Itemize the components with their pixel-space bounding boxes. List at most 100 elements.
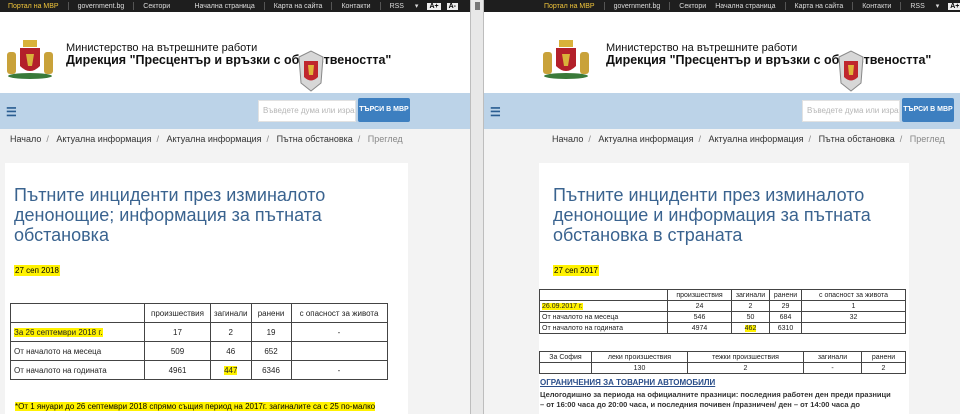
- row-label: От началото на месеца: [10, 341, 145, 361]
- font-increase-button[interactable]: A+: [427, 2, 441, 10]
- breadcrumb-home[interactable]: Начало: [552, 134, 583, 144]
- table-cell: 32: [801, 311, 906, 323]
- table-header-row: За София леки произшествия тежки произше…: [539, 351, 906, 363]
- restrictions-text: Целогодишно за периода на официалните пр…: [540, 390, 891, 410]
- breadcrumb: Начало / Актуална информация / Актуална ин…: [10, 134, 403, 144]
- contacts-link[interactable]: Контакти: [862, 3, 891, 10]
- table-row: От началото на месеца 509 46 652: [10, 341, 388, 361]
- row-label: От началото на годината: [539, 322, 668, 334]
- table-cell: [801, 322, 906, 334]
- table-cell: 2: [687, 362, 804, 374]
- contacts-link[interactable]: Контакти: [341, 3, 370, 10]
- separator: [379, 2, 381, 10]
- government-link[interactable]: government.bg: [614, 3, 661, 10]
- window-split-divider[interactable]: [470, 0, 484, 414]
- main-navbar: ☰ Въведете дума или израз ТЪРСИ В МВР: [484, 93, 960, 129]
- table-row: От началото на годината 4974 462 6310: [539, 322, 906, 334]
- breadcrumb-home[interactable]: Начало: [10, 134, 41, 144]
- table-header: загинали: [210, 303, 252, 323]
- right-window: Портал на МВР government.bg Сектори Нача…: [484, 0, 960, 414]
- breadcrumb-current-info-2[interactable]: Актуална информация: [166, 134, 261, 144]
- coat-of-arms-logo[interactable]: [540, 36, 592, 80]
- site-header: Министерство на вътрешните работи Дирекц…: [484, 12, 960, 93]
- breadcrumb-current-info-2[interactable]: Актуална информация: [708, 134, 803, 144]
- table-cell: 50: [731, 311, 770, 323]
- incidents-table: произшествия загинали ранени с опасност …: [539, 289, 906, 334]
- breadcrumb-current-info[interactable]: Актуална информация: [598, 134, 693, 144]
- hamburger-menu-icon[interactable]: ☰: [6, 105, 17, 119]
- table-header-row: произшествия загинали ранени с опасност …: [539, 289, 906, 301]
- portal-link[interactable]: Портал на МВР: [8, 3, 59, 10]
- table-header: с опасност за живота: [801, 289, 906, 301]
- incidents-table: произшествия загинали ранени с опасност …: [10, 303, 388, 380]
- rss-link[interactable]: RSS ▾: [390, 2, 419, 10]
- article-date: 27 сеп 2018: [14, 265, 60, 276]
- home-link[interactable]: Начална страница: [715, 3, 775, 10]
- table-cell: 2: [210, 322, 252, 342]
- table-cell: 6310: [769, 322, 802, 334]
- breadcrumb-current-info[interactable]: Актуална информация: [56, 134, 151, 144]
- table-cell: 29: [769, 300, 802, 312]
- table-cell: 19: [250, 322, 292, 342]
- rss-link[interactable]: RSS ▾: [910, 2, 939, 10]
- table-cell: 462: [731, 322, 770, 334]
- grip-icon[interactable]: [475, 2, 480, 10]
- table-header: с опасност за живота: [290, 303, 388, 323]
- sitemap-link[interactable]: Карта на сайта: [795, 3, 844, 10]
- breadcrumb-road-situation[interactable]: Пътна обстановка: [819, 134, 895, 144]
- search-button[interactable]: ТЪРСИ В МВР: [358, 98, 410, 122]
- hamburger-menu-icon[interactable]: ☰: [490, 105, 501, 119]
- table-header: произшествия: [144, 303, 211, 323]
- sectors-link[interactable]: Сектори: [143, 3, 170, 10]
- breadcrumb-road-situation[interactable]: Пътна обстановка: [277, 134, 353, 144]
- table-cell: [10, 303, 145, 323]
- search-button[interactable]: ТЪРСИ В МВР: [902, 98, 954, 122]
- separator: [852, 2, 854, 10]
- table-cell: 24: [667, 300, 732, 312]
- table-cell: 447: [210, 360, 252, 380]
- portal-link[interactable]: Портал на МВР: [544, 3, 595, 10]
- table-cell: 130: [591, 362, 688, 374]
- coat-of-arms-logo[interactable]: [4, 36, 56, 80]
- table-cell: 1: [801, 300, 906, 312]
- left-window: Портал на МВР government.bg Сектори Нача…: [0, 0, 470, 414]
- table-cell: 4974: [667, 322, 732, 334]
- table-cell: 2: [731, 300, 770, 312]
- table-cell: 4961: [144, 360, 211, 380]
- ministry-name: Министерство на вътрешните работи Дирекц…: [66, 42, 391, 67]
- font-increase-button[interactable]: A+: [948, 2, 960, 10]
- article-card: Пътните инциденти през изминалото деноно…: [5, 163, 408, 414]
- directorate-line: Дирекция "Пресцентър и връзки с обществе…: [66, 53, 392, 67]
- home-link[interactable]: Начална страница: [194, 3, 254, 10]
- restrictions-line: Целогодишно за периода на официалните пр…: [540, 390, 891, 399]
- font-decrease-button[interactable]: A-: [446, 2, 458, 10]
- table-header: За София: [539, 351, 592, 363]
- main-navbar: ☰ Въведете дума или израз ТЪРСИ В МВР: [0, 93, 470, 129]
- restrictions-heading: ОГРАНИЧЕНИЯ ЗА ТОВАРНИ АВТОМОБИЛИ: [540, 378, 716, 387]
- separator: [133, 2, 135, 10]
- table-cell: [539, 289, 668, 301]
- table-header: произшествия: [667, 289, 732, 301]
- breadcrumb-review: Преглед: [367, 134, 403, 144]
- separator: [603, 2, 605, 10]
- breadcrumb-review: Преглед: [909, 134, 945, 144]
- government-link[interactable]: government.bg: [78, 3, 125, 10]
- table-header: загинали: [731, 289, 770, 301]
- table-header: загинали: [803, 351, 862, 363]
- table-cell: -: [290, 322, 388, 342]
- sectors-link[interactable]: Сектори: [679, 3, 706, 10]
- table-cell: 546: [667, 311, 732, 323]
- ministry-name: Министерство на вътрешните работи Дирекц…: [606, 42, 931, 67]
- row-label: От началото на годината: [10, 360, 145, 380]
- sitemap-link[interactable]: Карта на сайта: [274, 3, 323, 10]
- table-row: 26.09.2017 г. 24 2 29 1: [539, 300, 906, 312]
- separator: [784, 2, 786, 10]
- mvr-emblem-logo: [838, 50, 864, 92]
- table-header: ранени: [250, 303, 292, 323]
- article-card: Пътните инциденти през изминалото деноно…: [539, 163, 909, 414]
- separator: [263, 2, 265, 10]
- breadcrumb: Начало / Актуална информация / Актуална ин…: [552, 134, 945, 144]
- search-input[interactable]: Въведете дума или израз: [802, 100, 900, 122]
- search-input[interactable]: Въведете дума или израз: [258, 100, 356, 122]
- table-row: От началото на годината 4961 447 6346 -: [10, 360, 388, 380]
